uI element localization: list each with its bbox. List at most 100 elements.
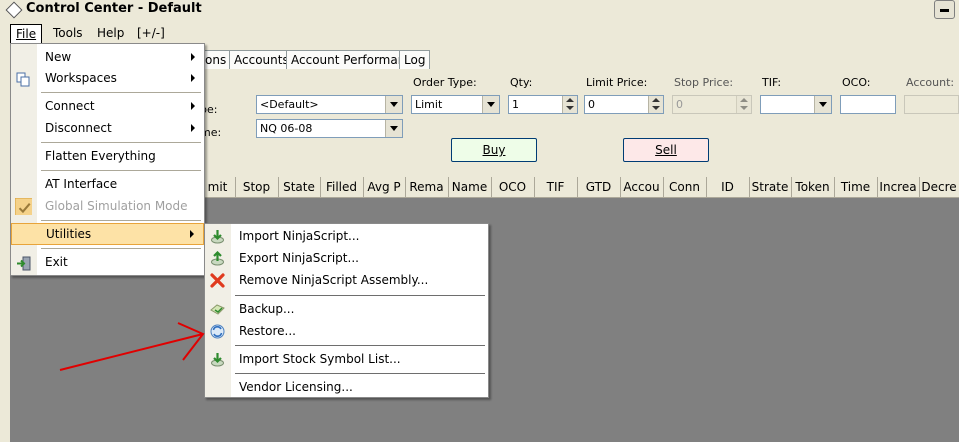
menu-tools[interactable]: Tools <box>48 24 88 42</box>
account-label: Account: <box>906 76 955 89</box>
chevron-down-icon[interactable] <box>385 120 402 137</box>
import-icon <box>211 230 224 244</box>
column-header[interactable]: ID <box>706 177 750 197</box>
minimize-button[interactable] <box>934 0 955 19</box>
menu-item-label: Flatten Everything <box>45 149 156 163</box>
title-bar: Control Center - Default <box>0 0 959 20</box>
chevron-down-icon[interactable] <box>482 96 499 113</box>
column-header[interactable]: Accou <box>620 177 664 197</box>
buy-button-label: Buy <box>482 143 506 157</box>
menu-item-remove-ninjascript-assembly[interactable]: Remove NinjaScript Assembly... <box>205 269 488 291</box>
column-header[interactable]: Stop <box>235 177 279 197</box>
submenu-arrow-icon <box>191 124 195 132</box>
limit-price-stepper[interactable]: 0 <box>584 95 664 114</box>
order-type-value: Limit <box>415 98 443 111</box>
menu-item-label: Restore... <box>239 324 296 338</box>
column-header[interactable]: Conn <box>663 177 707 197</box>
menu-item-restore[interactable]: Restore... <box>205 320 488 342</box>
menu-item-import-ninjascript[interactable]: Import NinjaScript... <box>205 225 488 247</box>
menu-item-export-ninjascript[interactable]: Export NinjaScript... <box>205 247 488 269</box>
column-header[interactable]: Filled <box>320 177 364 197</box>
menu-item-flatten-everything[interactable]: Flatten Everything <box>11 146 204 166</box>
spin-arrows-icon[interactable] <box>648 96 663 113</box>
restore-icon <box>210 324 225 339</box>
column-header[interactable]: GTD <box>577 177 621 197</box>
menu-item-new[interactable]: New <box>11 47 204 67</box>
sell-button[interactable]: Sell <box>623 138 709 162</box>
import-icon <box>211 353 224 367</box>
menu-file[interactable]: File <box>10 24 43 44</box>
buy-button[interactable]: Buy <box>451 138 537 162</box>
instrument-select[interactable]: NQ 06-08 <box>256 119 403 138</box>
column-header[interactable]: TIF <box>534 177 578 197</box>
menu-item-label: Utilities <box>46 227 92 241</box>
menu-item-at-interface[interactable]: AT Interface <box>11 174 204 194</box>
column-header[interactable]: Rema <box>405 177 449 197</box>
menu-item-label: Export NinjaScript... <box>239 251 359 265</box>
column-header[interactable]: Strate <box>749 177 792 197</box>
check-icon <box>15 198 32 215</box>
chevron-down-icon[interactable] <box>385 96 402 113</box>
menu-separator <box>235 295 485 296</box>
spin-arrows-icon <box>736 96 751 113</box>
menu-item-global-simulation-mode: Global Simulation Mode <box>11 196 204 216</box>
column-header[interactable]: Token <box>791 177 835 197</box>
menu-file-label: File <box>16 27 37 41</box>
menu-item-label: New <box>45 50 72 64</box>
menu-item-exit[interactable]: Exit <box>11 252 204 272</box>
stop-price-value: 0 <box>676 98 683 111</box>
column-header[interactable]: Increa <box>877 177 920 197</box>
spin-arrows-icon[interactable] <box>562 96 577 113</box>
menu-item-backup[interactable]: Backup... <box>205 298 488 320</box>
column-header[interactable]: Decre <box>919 177 959 197</box>
minimize-icon <box>940 9 949 12</box>
submenu-arrow-icon <box>191 53 195 61</box>
menu-separator <box>41 92 201 93</box>
menu-item-label: Global Simulation Mode <box>45 199 188 213</box>
menu-item-import-stock-symbol-list[interactable]: Import Stock Symbol List... <box>205 348 488 370</box>
order-type-select[interactable]: Limit <box>411 95 500 114</box>
menu-item-label: AT Interface <box>45 177 118 191</box>
menu-item-connect[interactable]: Connect <box>11 96 204 116</box>
export-icon <box>211 251 224 266</box>
submenu-arrow-icon <box>191 102 195 110</box>
type-select[interactable]: <Default> <box>256 95 403 114</box>
menu-expand-toggle[interactable]: [+/-] <box>132 24 170 42</box>
stop-price-label: Stop Price: <box>674 76 734 89</box>
menu-help-label: Help <box>97 26 125 40</box>
column-header[interactable]: OCO <box>491 177 535 197</box>
menu-separator <box>41 170 201 171</box>
app-icon <box>5 1 23 19</box>
tab-accounts[interactable]: Accounts <box>229 50 294 69</box>
menu-item-vendor-licensing[interactable]: Vendor Licensing... <box>205 376 488 398</box>
menu-item-label: Connect <box>45 99 95 113</box>
menu-item-label: Vendor Licensing... <box>239 380 353 394</box>
chevron-down-icon[interactable] <box>814 96 831 113</box>
menu-item-label: Import NinjaScript... <box>239 229 360 243</box>
tif-label: TIF: <box>762 76 782 89</box>
copy-icon <box>16 72 30 87</box>
submenu-arrow-icon <box>191 74 195 82</box>
oco-input[interactable] <box>840 95 896 114</box>
oco-label: OCO: <box>842 76 871 89</box>
menu-item-label: Disconnect <box>45 121 112 135</box>
account-select <box>904 95 959 114</box>
menu-item-label: Import Stock Symbol List... <box>239 352 401 366</box>
menu-separator <box>41 142 201 143</box>
qty-stepper[interactable]: 1 <box>508 95 578 114</box>
column-header[interactable]: Name <box>448 177 492 197</box>
menu-item-workspaces[interactable]: Workspaces <box>11 68 204 88</box>
menu-separator <box>41 220 201 221</box>
menu-expand-label: [+/-] <box>137 26 165 40</box>
column-header[interactable]: Time <box>834 177 878 197</box>
tab-log[interactable]: Log <box>399 50 431 69</box>
column-header[interactable]: State <box>278 177 321 197</box>
tif-select[interactable] <box>760 95 832 114</box>
column-header[interactable]: mit <box>200 177 236 197</box>
menu-help[interactable]: Help <box>92 24 129 42</box>
limit-price-label: Limit Price: <box>586 76 648 89</box>
column-header[interactable]: Avg P <box>363 177 406 197</box>
menu-item-utilities[interactable]: Utilities <box>11 223 204 245</box>
menu-item-disconnect[interactable]: Disconnect <box>11 118 204 138</box>
submenu-arrow-icon <box>190 230 194 238</box>
